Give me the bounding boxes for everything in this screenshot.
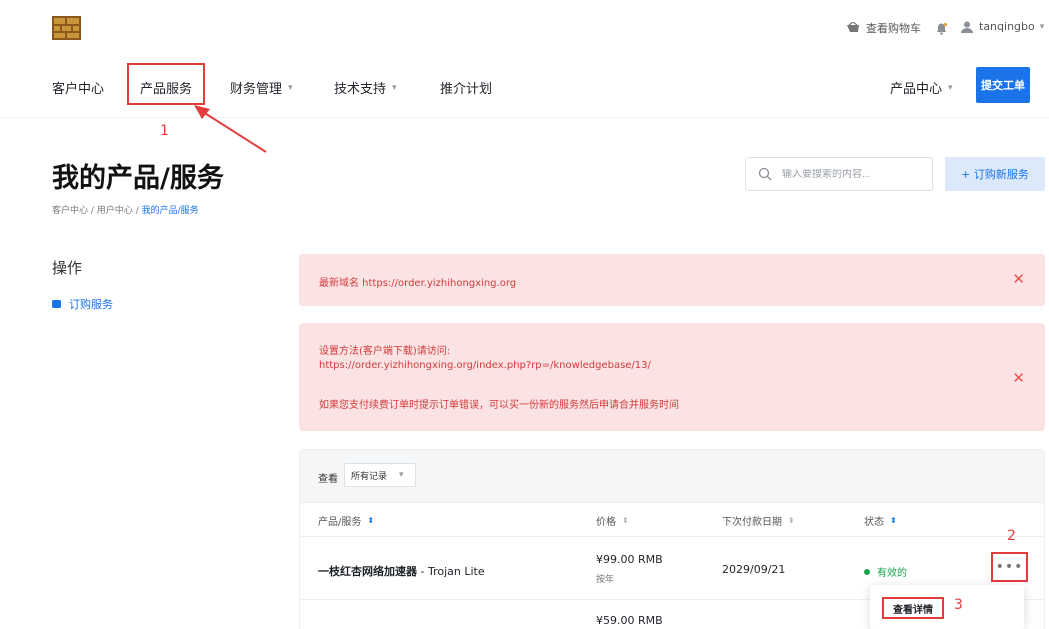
product-name: 一枝红杏网络加速器 [318, 565, 417, 578]
row-price: ¥59.00 RMB [596, 614, 663, 627]
chevron-down-icon: ▾ [948, 82, 953, 93]
close-icon[interactable]: ✕ [1012, 369, 1025, 387]
view-cart-link[interactable]: 查看购物车 [846, 20, 921, 36]
chevron-down-icon: ▾ [399, 470, 404, 480]
alert-text: 设置方法(客户端下载)请访问: [319, 346, 451, 357]
search-icon [758, 167, 772, 181]
row-next-due: 2029/09/21 [722, 563, 786, 576]
username: tanqingbo [979, 20, 1035, 33]
filter-value: 所有记录 [351, 471, 388, 482]
row-cycle: 按年 [596, 575, 615, 585]
col-header-product[interactable]: 产品/服务 ⬍ [318, 513, 374, 528]
nav-label: 产品服务 [140, 82, 193, 97]
cart-icon [847, 22, 859, 32]
status-badge: 有效的 [864, 564, 907, 579]
notifications-button[interactable] [935, 20, 948, 39]
user-menu[interactable]: tanqingbo ▾ [961, 20, 1044, 33]
submit-ticket-button[interactable]: 提交工单 [976, 67, 1030, 103]
sort-icon: ⬍ [890, 516, 897, 525]
product-plan: - Trojan Lite [417, 565, 485, 578]
sort-icon: ⬍ [622, 516, 629, 525]
filter-label: 查看 [318, 474, 338, 485]
annotation-3: 3 [954, 597, 963, 613]
alert-setup: 设置方法(客户端下载)请访问: https://order.yizhihongx… [299, 323, 1045, 431]
chevron-down-icon: ▾ [392, 82, 397, 93]
close-icon[interactable]: ✕ [1012, 270, 1025, 288]
cart-label: 查看购物车 [866, 22, 921, 35]
order-new-service-button[interactable]: + 订购新服务 [945, 157, 1045, 191]
nav-label: 客户中心 [52, 82, 105, 97]
annotation-2: 2 [1007, 528, 1016, 544]
nav-client-center[interactable]: 客户中心 [52, 78, 104, 97]
nav-label: 技术支持 [334, 82, 387, 97]
col-header-label: 价格 [596, 517, 616, 528]
col-header-next-due[interactable]: 下次付款日期 ⬍ [722, 513, 795, 528]
sidebar-link-label: 订购服务 [69, 298, 113, 311]
row-product-name[interactable]: 一枝红杏网络加速器 - Trojan Lite [318, 563, 485, 579]
alert-link[interactable]: https://order.yizhihongxing.org/index.ph… [319, 360, 651, 371]
sort-icon: ⬍ [367, 516, 375, 525]
nav-label: 财务管理 [230, 82, 283, 97]
header-divider [0, 117, 1049, 118]
col-header-price[interactable]: 价格 ⬍ [596, 513, 629, 528]
search-box[interactable] [745, 157, 933, 191]
row-price: ¥99.00 RMB [596, 553, 663, 566]
divider [300, 536, 1044, 537]
alert-text: 最新域名 https://order.yizhihongxing.org [319, 278, 517, 289]
col-header-label: 状态 [864, 517, 884, 528]
status-dot-icon [864, 568, 870, 575]
nav-label: 推介计划 [440, 82, 493, 97]
breadcrumb-item[interactable]: 客户中心 [52, 206, 88, 216]
chevron-down-icon: ▾ [288, 82, 293, 93]
nav-label: 产品中心 [890, 82, 943, 97]
nav-products-services[interactable]: 产品服务 [140, 78, 192, 97]
nav-support[interactable]: 技术支持 ▾ [334, 78, 397, 97]
chevron-down-icon: ▾ [1039, 21, 1045, 32]
nav-affiliates[interactable]: 推介计划 [440, 78, 492, 97]
nav-finance[interactable]: 财务管理 ▾ [230, 78, 293, 97]
bell-icon [937, 22, 948, 35]
more-actions-button[interactable]: ••• [991, 552, 1028, 582]
bag-icon [52, 300, 61, 308]
col-header-status[interactable]: 状态 ⬍ [864, 513, 897, 528]
user-icon [961, 21, 973, 33]
breadcrumb: 客户中心 / 用户中心 / 我的产品/服务 [52, 206, 199, 216]
alert-text: 如果您支付续费订单时提示订单错误，可以买一份新的服务然后申请合并服务时间 [319, 400, 679, 411]
nav-product-center[interactable]: 产品中心 ▾ [890, 78, 953, 97]
page-title: 我的产品/服务 [52, 163, 224, 194]
status-label: 有效的 [877, 568, 907, 579]
sidebar-heading: 操作 [52, 259, 83, 277]
annotation-arrow [194, 105, 267, 153]
search-input[interactable] [782, 168, 912, 180]
col-header-label: 产品/服务 [318, 517, 362, 528]
divider [300, 502, 1044, 503]
col-header-label: 下次付款日期 [722, 517, 782, 528]
alert-domain: 最新域名 https://order.yizhihongxing.org ✕ [299, 254, 1045, 306]
sidebar-order-service-link[interactable]: 订购服务 [52, 296, 113, 312]
breadcrumb-current: 我的产品/服务 [141, 206, 199, 216]
sort-icon: ⬍ [788, 516, 795, 525]
annotation-1: 1 [160, 123, 169, 139]
site-logo[interactable] [52, 16, 81, 40]
view-details-menu-item[interactable]: 查看详情 [882, 597, 944, 619]
breadcrumb-item[interactable]: 用户中心 [97, 206, 133, 216]
filter-select[interactable]: 所有记录 ▾ [344, 463, 416, 487]
